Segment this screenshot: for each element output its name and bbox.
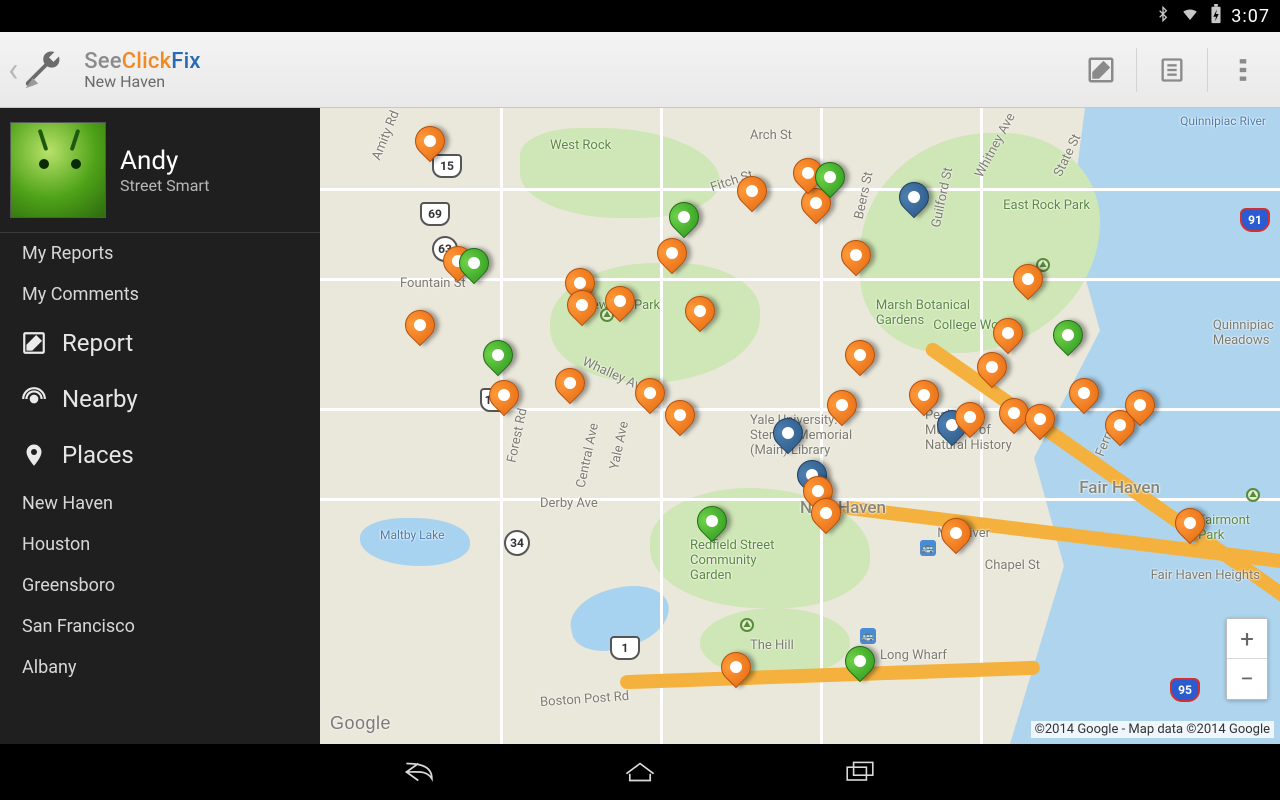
app-title-block[interactable]: SeeClickFix New Haven [84, 49, 200, 91]
transit-icon: 🚌 [920, 540, 936, 556]
zoom-out-button[interactable]: − [1227, 659, 1267, 699]
sidebar: Andy Street Smart My Reports My Comments… [0, 108, 320, 744]
back-icon[interactable]: ‹ [8, 50, 20, 90]
map-attribution: ©2014 Google - Map data ©2014 Google [1031, 721, 1274, 738]
app-subtitle: New Haven [84, 72, 200, 91]
sidebar-label: Nearby [62, 385, 138, 413]
sidebar-place-item[interactable]: Greensboro [0, 565, 320, 606]
sidebar-label: My Reports [22, 243, 113, 264]
google-logo: Google [330, 713, 391, 734]
avatar [10, 122, 106, 218]
sidebar-label: My Comments [22, 284, 139, 305]
map-road [320, 278, 1280, 281]
sidebar-item-my-reports[interactable]: My Reports [0, 233, 320, 274]
profile-name: Andy [120, 146, 209, 176]
brand-see: See [84, 49, 122, 74]
android-status-bar: 3:07 [0, 0, 1280, 32]
nav-back-button[interactable] [400, 752, 440, 792]
sidebar-label: Albany [22, 657, 76, 678]
profile-block[interactable]: Andy Street Smart [0, 108, 320, 233]
sidebar-item-report[interactable]: Report [0, 315, 320, 371]
zoom-in-button[interactable]: + [1227, 619, 1267, 659]
sidebar-place-item[interactable]: Albany [0, 647, 320, 688]
park-poi-icon: ⛰ [1246, 488, 1260, 502]
map-road [320, 188, 1280, 191]
pin-icon [20, 441, 48, 469]
header-divider [1207, 48, 1208, 92]
sidebar-label: Houston [22, 534, 90, 555]
nav-recents-button[interactable] [840, 752, 880, 792]
compose-icon [20, 329, 48, 357]
sidebar-label: Places [62, 441, 134, 469]
sidebar-label: New Haven [22, 493, 113, 514]
battery-icon [1209, 4, 1223, 29]
status-time: 3:07 [1231, 6, 1270, 27]
sidebar-item-nearby[interactable]: Nearby [0, 371, 320, 427]
overflow-menu-button[interactable] [1214, 41, 1272, 99]
header-divider [1136, 48, 1137, 92]
android-nav-bar [0, 744, 1280, 800]
sidebar-place-item[interactable]: Houston [0, 524, 320, 565]
map-road [660, 108, 663, 744]
map-road [500, 108, 503, 744]
sidebar-item-places[interactable]: Places [0, 427, 320, 483]
broadcast-icon [20, 385, 48, 413]
sidebar-label: Greensboro [22, 575, 115, 596]
app-title: SeeClickFix [84, 49, 200, 74]
sidebar-place-item[interactable]: New Haven [0, 483, 320, 524]
brand-fix: Fix [171, 49, 200, 74]
sidebar-item-my-comments[interactable]: My Comments [0, 274, 320, 315]
profile-tagline: Street Smart [120, 176, 209, 195]
app-logo-icon[interactable] [20, 46, 78, 94]
brand-click: Click [122, 49, 172, 74]
app-header: ‹ SeeClickFix New Haven [0, 32, 1280, 108]
sidebar-label: San Francisco [22, 616, 135, 637]
list-button[interactable] [1143, 41, 1201, 99]
wifi-icon [1179, 5, 1201, 28]
sidebar-place-item[interactable]: San Francisco [0, 606, 320, 647]
nav-home-button[interactable] [620, 752, 660, 792]
park-poi-icon: ⛰ [740, 618, 754, 632]
map[interactable]: West Rock Edgewood Park East Rock Park C… [320, 108, 1280, 744]
compose-button[interactable] [1072, 41, 1130, 99]
sidebar-label: Report [62, 329, 133, 357]
zoom-control: + − [1226, 618, 1268, 700]
transit-icon: 🚌 [860, 628, 876, 644]
bluetooth-icon [1155, 5, 1171, 28]
